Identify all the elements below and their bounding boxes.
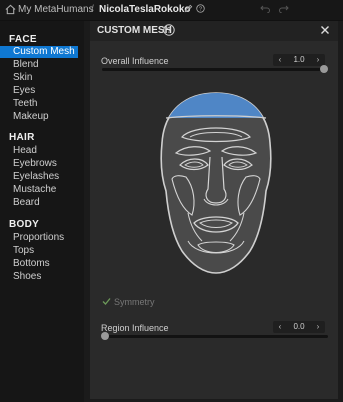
- redo-icon[interactable]: [279, 5, 289, 13]
- custom-mesh-panel: CUSTOM MESH ? Overall Influence ‹ 1.0 ›: [90, 21, 338, 399]
- sidebar-item-teeth[interactable]: Teeth: [0, 98, 78, 110]
- sidebar-group-body: BODY: [9, 219, 40, 230]
- svg-text:?: ?: [167, 26, 172, 35]
- overall-influence-stepper[interactable]: ‹ 1.0 ›: [273, 54, 325, 66]
- chevron-right-icon[interactable]: ›: [313, 321, 323, 333]
- sidebar-item-shoes[interactable]: Shoes: [0, 271, 78, 283]
- sidebar-item-head[interactable]: Head: [0, 145, 78, 157]
- sidebar-item-mustache[interactable]: Mustache: [0, 184, 78, 196]
- chevron-right-icon[interactable]: ›: [313, 54, 323, 66]
- check-icon[interactable]: [102, 297, 111, 306]
- sidebar-item-beard[interactable]: Beard: [0, 197, 78, 209]
- overall-influence-label: Overall Influence: [101, 56, 169, 66]
- character-name: NicolaTeslaRokoko: [99, 4, 191, 15]
- region-influence-slider[interactable]: [102, 335, 328, 338]
- sidebar-group-hair: HAIR: [9, 132, 35, 143]
- sidebar-item-bottoms[interactable]: Bottoms: [0, 258, 78, 270]
- breadcrumb-home[interactable]: My MetaHumans: [18, 4, 94, 15]
- undo-icon[interactable]: [260, 5, 270, 13]
- overall-influence-slider-handle[interactable]: [320, 65, 328, 73]
- overall-influence-value[interactable]: 1.0: [287, 54, 311, 66]
- sidebar-item-makeup[interactable]: Makeup: [0, 111, 78, 123]
- sidebar-item-custom-mesh[interactable]: Custom Mesh: [0, 46, 78, 58]
- chevron-left-icon[interactable]: ‹: [275, 54, 285, 66]
- sidebar-item-proportions[interactable]: Proportions: [0, 232, 78, 244]
- region-influence-value[interactable]: 0.0: [287, 321, 311, 333]
- symmetry-label[interactable]: Symmetry: [114, 297, 155, 307]
- region-influence-slider-handle[interactable]: [101, 332, 109, 340]
- sidebar: FACE Custom Mesh Blend Skin Eyes Teeth M…: [0, 21, 84, 402]
- help-icon[interactable]: ?: [163, 24, 175, 36]
- edit-icon[interactable]: [184, 4, 193, 13]
- help-icon[interactable]: ?: [196, 4, 205, 13]
- sidebar-item-tops[interactable]: Tops: [0, 245, 78, 257]
- top-bar: My MetaHumans / NicolaTeslaRokoko ?: [0, 0, 343, 21]
- overall-influence-slider[interactable]: [102, 68, 324, 71]
- face-mesh-viewport[interactable]: [152, 91, 280, 276]
- region-influence-label: Region Influence: [101, 323, 169, 333]
- panel-header: CUSTOM MESH ?: [90, 21, 338, 41]
- sidebar-item-blend[interactable]: Blend: [0, 59, 78, 71]
- sidebar-group-face: FACE: [9, 34, 37, 45]
- sidebar-item-eyes[interactable]: Eyes: [0, 85, 78, 97]
- close-icon[interactable]: [320, 25, 330, 35]
- panel-title: CUSTOM MESH: [97, 25, 172, 36]
- sidebar-item-skin[interactable]: Skin: [0, 72, 78, 84]
- sidebar-item-eyelashes[interactable]: Eyelashes: [0, 171, 78, 183]
- sidebar-item-eyebrows[interactable]: Eyebrows: [0, 158, 78, 170]
- chevron-left-icon[interactable]: ‹: [275, 321, 285, 333]
- home-icon[interactable]: [5, 4, 16, 15]
- breadcrumb-separator: /: [91, 4, 94, 15]
- region-influence-stepper[interactable]: ‹ 0.0 ›: [273, 321, 325, 333]
